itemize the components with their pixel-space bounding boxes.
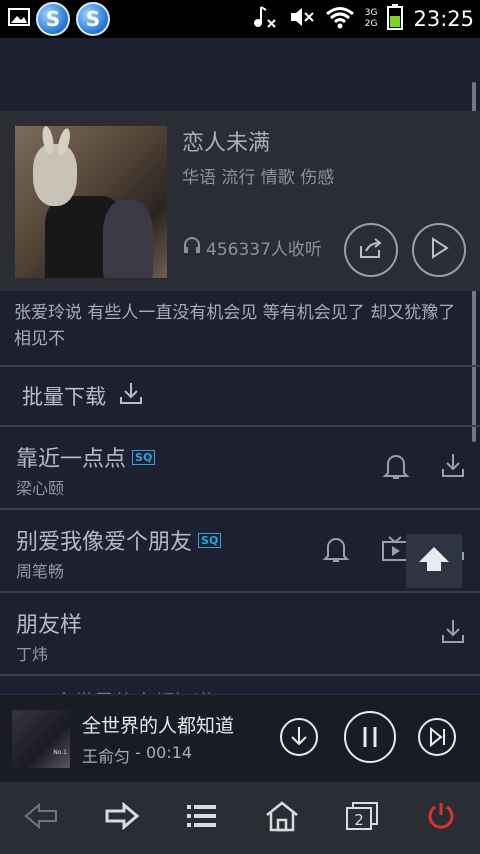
ringtone-bell-icon[interactable]	[382, 451, 410, 485]
song-name-text: 朋友样	[16, 613, 83, 638]
signal-icon: 3G 2G	[365, 8, 378, 30]
pause-button[interactable]	[343, 710, 397, 768]
album-cover	[15, 126, 167, 278]
music-note-icon	[253, 4, 279, 34]
album-description: 张爱玲说 有些人一直没有机会见 等有机会见了 却又犹豫了 相见不	[14, 303, 456, 349]
song-artist: 梁心颐	[16, 479, 65, 498]
song-name-text: 别爱我像爱个朋友	[16, 530, 193, 555]
share-icon	[358, 236, 384, 264]
song-artist: 周笔畅	[16, 562, 65, 581]
svg-text:2: 2	[355, 811, 365, 829]
power-icon[interactable]	[425, 800, 457, 836]
share-button[interactable]	[344, 223, 398, 277]
album-tags: 华语 流行 情歌 伤感	[182, 168, 335, 188]
album-page[interactable]: 恋人未满 华语 流行 情歌 伤感 456337人收听 张爱玲说 有些人一直没有机…	[0, 38, 480, 782]
bottom-nav-bar: 2	[0, 782, 480, 854]
arrow-up-icon	[417, 545, 451, 577]
sogou-icon-2: S	[76, 2, 110, 36]
wifi-icon	[325, 5, 355, 33]
song-name-text: 靠近一点点	[16, 447, 127, 472]
batch-download-button[interactable]: 批量下载	[22, 380, 144, 411]
network-label-2g: 2G	[364, 19, 378, 29]
player-separator: -	[130, 743, 146, 762]
song-row[interactable]: 朋友样 丁炜	[0, 593, 480, 675]
play-album-button[interactable]	[412, 223, 466, 277]
menu-list-icon[interactable]	[186, 802, 218, 834]
forward-arrow-icon[interactable]	[104, 801, 140, 834]
player-artist: 王俞匀	[82, 747, 131, 766]
download-icon	[118, 380, 144, 411]
song-title: 别爱我像爱个朋友 SQ	[16, 524, 222, 556]
sogou-icon: S	[36, 2, 70, 36]
player-cover-text: No.1	[53, 749, 67, 756]
gallery-icon	[8, 7, 30, 31]
song-title: 靠近一点点 SQ	[16, 441, 156, 473]
batch-download-label: 批量下载	[22, 384, 106, 409]
home-icon[interactable]	[264, 800, 300, 836]
player-time: 00:14	[145, 743, 193, 762]
download-icon[interactable]	[440, 451, 466, 483]
player-song-title: 全世界的人都知道	[82, 715, 235, 737]
divider	[0, 365, 480, 367]
listen-count-text: 456337人收听	[206, 240, 322, 260]
play-icon	[429, 237, 449, 263]
sq-badge: SQ	[132, 449, 156, 465]
download-icon[interactable]	[440, 617, 466, 649]
player-subtitle: 王俞匀 - 00:14	[82, 743, 192, 767]
mv-video-icon[interactable]	[381, 534, 409, 566]
mute-icon	[289, 5, 315, 33]
player-cover[interactable]: No.1	[12, 710, 70, 768]
network-label-3g: 3G	[364, 8, 378, 18]
battery-icon	[387, 4, 404, 34]
album-header: 恋人未满 华语 流行 情歌 伤感 456337人收听	[0, 111, 480, 291]
song-row[interactable]: 靠近一点点 SQ 梁心颐	[0, 427, 480, 509]
listen-count: 456337人收听	[182, 235, 322, 260]
back-to-top-button[interactable]	[406, 534, 462, 588]
divider	[0, 674, 480, 676]
song-title: 朋友样	[16, 607, 82, 639]
sq-badge: SQ	[198, 532, 222, 548]
album-title: 恋人未满	[182, 131, 271, 156]
back-arrow-icon[interactable]	[23, 802, 59, 834]
song-artist: 丁炜	[16, 645, 49, 664]
status-bar: S S 3G 2G 23:25	[0, 0, 480, 38]
windows-count-icon[interactable]: 2	[345, 801, 379, 835]
player-download-button[interactable]	[279, 717, 319, 761]
mini-player[interactable]: No.1 全世界的人都知道 王俞匀 - 00:14	[0, 694, 480, 783]
headphones-icon	[182, 235, 202, 260]
status-time: 23:25	[413, 7, 474, 31]
next-track-button[interactable]	[417, 717, 457, 761]
ringtone-bell-icon[interactable]	[322, 534, 350, 568]
